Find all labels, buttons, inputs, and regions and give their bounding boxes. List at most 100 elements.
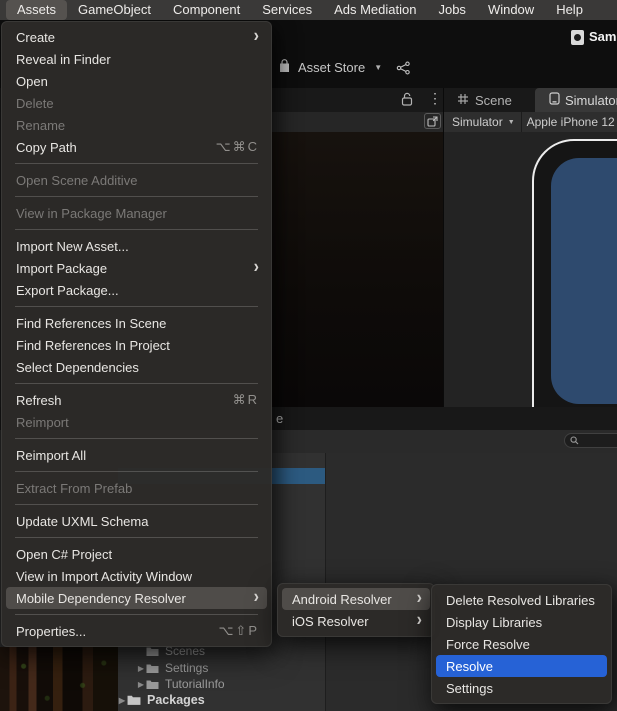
tree-item-label: Packages <box>147 693 205 707</box>
column-divider[interactable] <box>325 453 326 711</box>
menu-separator <box>15 306 258 307</box>
tab-scene[interactable]: Scene <box>449 88 520 112</box>
scene-name-label: Sam <box>589 29 617 44</box>
menu-separator <box>15 537 258 538</box>
menu-item-reimport: Reimport <box>16 414 69 430</box>
toolbar-divider <box>520 112 522 132</box>
scene-view-forest-image <box>0 647 118 711</box>
phone-icon <box>549 92 560 108</box>
menubar-item-component[interactable]: Component <box>162 0 251 20</box>
chevron-down-icon: ▼ <box>507 118 515 126</box>
scene-file-icon <box>571 30 584 45</box>
menu-separator <box>15 196 258 197</box>
simulator-mode-dropdown[interactable]: Simulator <box>443 115 503 129</box>
asset-store-toolbar <box>272 112 443 132</box>
menu-item-reveal-in-finder[interactable]: Reveal in Finder <box>6 48 267 70</box>
menu-item-rename: Rename <box>16 117 66 133</box>
menu-separator <box>15 383 258 384</box>
project-search-input[interactable] <box>564 433 617 448</box>
menu-item-view-in-import-activity-window[interactable]: View in Import Activity Window <box>6 565 267 587</box>
menu-item-copy-path[interactable]: Copy Path ⌥⌘C <box>6 136 267 158</box>
folder-icon <box>146 646 159 657</box>
tree-item-label: TutorialInfo <box>165 677 225 691</box>
tree-item-tutorialinfo[interactable]: ▶ TutorialInfo <box>136 676 225 692</box>
submenu-chevron-icon: › <box>416 588 422 609</box>
shortcut-label: ⌥⌘C <box>215 139 259 154</box>
menu-separator <box>15 471 258 472</box>
mobile-dependency-resolver-submenu: Android Resolver › iOS Resolver › <box>277 583 435 637</box>
menu-separator <box>15 504 258 505</box>
menu-separator <box>15 438 258 439</box>
search-icon <box>570 432 579 450</box>
tab-simulator-label: Simulator <box>565 92 617 108</box>
menu-item-reimport-all[interactable]: Reimport All <box>6 444 267 466</box>
menu-item-android-resolver[interactable]: Android Resolver › <box>282 588 430 610</box>
submenu-chevron-icon: › <box>253 26 259 47</box>
menu-separator <box>15 614 258 615</box>
menubar-item-help[interactable]: Help <box>545 0 594 20</box>
menu-item-delete: Delete <box>16 95 54 111</box>
submenu-chevron-icon: › <box>253 587 259 608</box>
grid-icon <box>457 93 469 108</box>
submenu-chevron-icon: › <box>416 610 422 631</box>
share-nodes-icon[interactable] <box>396 61 411 81</box>
menu-item-export-package[interactable]: Export Package... <box>6 279 267 301</box>
menu-item-extract-from-prefab: Extract From Prefab <box>16 480 133 496</box>
tab-asset-store-label: Asset Store <box>298 60 366 75</box>
unlock-icon[interactable] <box>401 92 413 111</box>
menu-item-open-csharp-project[interactable]: Open C# Project <box>6 543 267 565</box>
shortcut-label: ⌘R <box>232 392 259 407</box>
menu-item-import-new-asset[interactable]: Import New Asset... <box>6 235 267 257</box>
folder-icon <box>127 694 141 706</box>
device-label: Apple iPhone 12 <box>526 115 615 129</box>
macos-menu-bar: Assets GameObject Component Services Ads… <box>0 0 617 20</box>
tab-simulator[interactable]: Simulator <box>535 88 617 112</box>
menubar-item-ads-mediation[interactable]: Ads Mediation <box>323 0 427 20</box>
tree-item-packages[interactable]: ▶ Packages <box>117 692 205 708</box>
menubar-item-jobs[interactable]: Jobs <box>427 0 476 20</box>
menu-item-delete-resolved-libraries[interactable]: Delete Resolved Libraries <box>436 589 607 611</box>
open-in-window-button[interactable] <box>424 113 441 129</box>
menu-item-settings[interactable]: Settings <box>436 677 607 699</box>
tab-asset-store[interactable]: Asset Store ▼ <box>278 59 382 76</box>
menu-item-properties[interactable]: Properties... ⌥⇧P <box>6 620 267 642</box>
menu-item-force-resolve[interactable]: Force Resolve <box>436 633 607 655</box>
menu-item-select-dependencies[interactable]: Select Dependencies <box>6 356 267 378</box>
chevron-down-icon: ▼ <box>374 63 383 72</box>
menu-item-view-in-package-manager: View in Package Manager <box>16 205 167 221</box>
menu-item-display-libraries[interactable]: Display Libraries <box>436 611 607 633</box>
android-resolver-submenu: Delete Resolved Libraries Display Librar… <box>431 584 612 704</box>
menubar-item-window[interactable]: Window <box>477 0 545 20</box>
simulator-screen[interactable] <box>551 158 617 404</box>
menu-item-import-package[interactable]: Import Package › <box>6 257 267 279</box>
menubar-item-gameobject[interactable]: GameObject <box>67 0 162 20</box>
menu-item-open[interactable]: Open <box>6 70 267 92</box>
tree-item-label: Settings <box>165 661 209 675</box>
expand-arrow-icon[interactable]: ▶ <box>136 680 146 689</box>
menu-item-update-uxml-schema[interactable]: Update UXML Schema <box>6 510 267 532</box>
menubar-item-services[interactable]: Services <box>251 0 323 20</box>
expand-arrow-icon[interactable]: ▶ <box>117 696 127 705</box>
menu-item-create[interactable]: Create › <box>6 26 267 48</box>
tree-item-settings[interactable]: ▶ Settings <box>136 660 208 676</box>
asset-store-content <box>272 132 443 407</box>
folder-icon <box>146 663 159 674</box>
panel-menu-kebab-icon[interactable]: ⋮ <box>428 90 442 107</box>
folder-icon <box>146 679 159 690</box>
menu-item-mobile-dependency-resolver[interactable]: Mobile Dependency Resolver › <box>6 587 267 609</box>
menu-separator <box>15 229 258 230</box>
shopping-bag-icon <box>278 59 291 76</box>
menu-item-find-references-in-project[interactable]: Find References In Project <box>6 334 267 356</box>
menu-item-resolve[interactable]: Resolve <box>436 655 607 677</box>
menubar-item-assets[interactable]: Assets <box>6 0 68 20</box>
console-tab-partial-label[interactable]: e <box>276 411 283 426</box>
simulator-toolbar: Simulator ▼ Apple iPhone 12 <box>443 112 617 132</box>
menu-separator <box>15 163 258 164</box>
menu-item-refresh[interactable]: Refresh ⌘R <box>6 389 267 411</box>
iphone-device-frame <box>532 139 617 407</box>
menu-item-ios-resolver[interactable]: iOS Resolver › <box>282 610 430 632</box>
menu-item-find-references-in-scene[interactable]: Find References In Scene <box>6 312 267 334</box>
expand-arrow-icon[interactable]: ▶ <box>136 664 146 673</box>
submenu-chevron-icon: › <box>253 257 259 278</box>
unity-editor-window: Sam Asset Store ▼ ⋮ Scene Simulator Simu… <box>0 0 617 711</box>
